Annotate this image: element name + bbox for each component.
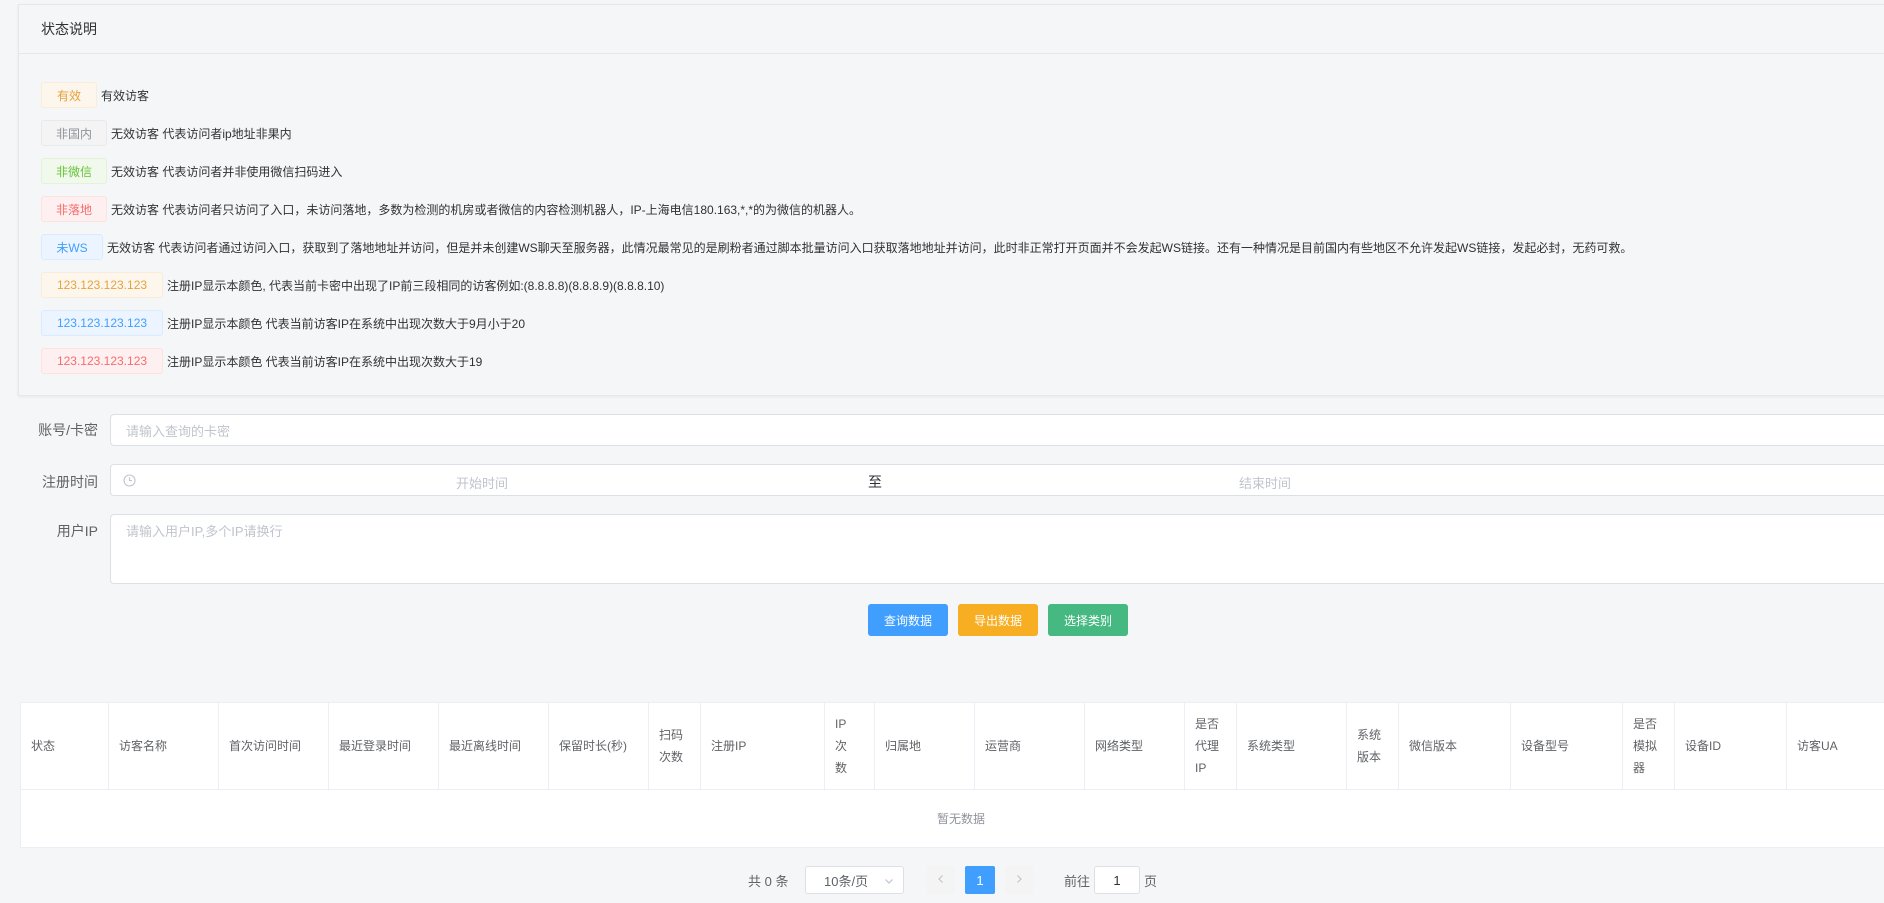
page-number-1[interactable]: 1 [965,866,995,894]
ip-tag-blue: 123.123.123.123 [41,310,163,336]
ip-placeholder: 请输入用户IP,多个IP请换行 [126,524,283,539]
legend-desc: 无效访客 代表访问者ip地址非果内 [111,126,292,141]
time-label: 注册时间 [42,474,98,490]
visitor-table: 状态 访客名称 首次访问时间 最近登录时间 最近离线时间 保留时长(秒) 扫码次… [20,702,1884,848]
legend-desc: 注册IP显示本颜色 代表当前访客IP在系统中出现次数大于9月小于20 [167,316,526,331]
legend-row: 非国内 无效访客 代表访问者ip地址非果内 [41,119,292,147]
pagination-total: 共 0 条 [748,873,789,889]
account-label: 账号/卡密 [38,422,98,438]
col-os-type: 系统类型 [1237,703,1347,789]
ip-label: 用户IP [56,523,98,539]
ip-tag-red: 123.123.123.123 [41,348,163,374]
page-size-value: 10条/页 [824,873,869,889]
legend-desc: 注册IP显示本颜色, 代表当前卡密中出现了IP前三段相同的访客例如:(8.8.8… [167,278,665,293]
chevron-right-icon [1013,873,1025,888]
legend-row: 非微信 无效访客 代表访问者并非使用微信扫码进入 [41,157,342,185]
account-placeholder: 请输入查询的卡密 [126,423,231,439]
prev-page-button[interactable] [927,866,955,894]
col-is-emulator: 是否模拟器 [1623,703,1675,789]
col-device-id: 设备ID [1675,703,1787,789]
page-unit-label: 页 [1144,873,1158,889]
goto-page-input[interactable]: 1 [1094,866,1140,894]
col-register-ip: 注册IP [701,703,825,789]
legend-desc: 无效访客 代表访问者只访问了入口，未访问落地，多数为检测的机房或者微信的内容检测… [111,202,862,217]
end-time-input[interactable]: 结束时间 [1239,473,1291,492]
col-first-visit: 首次访问时间 [219,703,329,789]
query-button[interactable]: 查询数据 [868,604,948,636]
ip-tag-orange: 123.123.123.123 [41,272,163,298]
status-tag-non-domestic: 非国内 [41,120,107,146]
legend-row: 有效 有效访客 [41,81,149,109]
start-time-input[interactable]: 开始时间 [456,473,508,492]
col-network-type: 网络类型 [1085,703,1185,789]
legend-desc: 无效访客 代表访问者并非使用微信扫码进入 [111,164,343,179]
col-isp: 运营商 [975,703,1085,789]
legend-desc: 无效访客 代表访问者通过访问入口，获取到了落地地址并访问，但是并未创建WS聊天至… [107,240,1633,255]
col-os-version: 系统版本 [1347,703,1399,789]
legend-row: 非落地 无效访客 代表访问者只访问了入口，未访问落地，多数为检测的机房或者微信的… [41,195,861,223]
date-range-picker[interactable]: 开始时间 至 结束时间 [110,464,1884,496]
status-tag-non-landing: 非落地 [41,196,107,222]
status-tag-valid: 有效 [41,82,97,108]
goto-label: 前往 [1064,873,1091,889]
next-page-button[interactable] [1005,866,1033,894]
legend-row: 未WS 无效访客 代表访问者通过访问入口，获取到了落地地址并访问，但是并未创建W… [41,233,1632,261]
page-size-select[interactable]: 10条/页 [805,866,904,894]
legend-row: 123.123.123.123 注册IP显示本颜色 代表当前访客IP在系统中出现… [41,347,482,375]
col-last-offline: 最近离线时间 [439,703,549,789]
range-separator: 至 [868,474,882,490]
ip-textarea[interactable]: 请输入用户IP,多个IP请换行 [110,514,1884,584]
account-input[interactable]: 请输入查询的卡密 [110,414,1884,446]
col-wechat-version: 微信版本 [1399,703,1511,789]
clock-icon [123,474,136,490]
empty-text: 暂无数据 [936,811,985,826]
legend-desc: 注册IP显示本颜色 代表当前访客IP在系统中出现次数大于19 [167,354,483,369]
legend-row: 123.123.123.123 注册IP显示本颜色 代表当前访客IP在系统中出现… [41,309,525,337]
col-last-login: 最近登录时间 [329,703,439,789]
col-device-model: 设备型号 [1511,703,1623,789]
table-header: 状态 访客名称 首次访问时间 最近登录时间 最近离线时间 保留时长(秒) 扫码次… [21,703,1884,790]
status-card-title: 状态说明 [19,5,1884,54]
col-visitor-name: 访客名称 [109,703,219,789]
col-status: 状态 [21,703,109,789]
export-button[interactable]: 导出数据 [958,604,1038,636]
col-scan-count: 扫码次数 [649,703,701,789]
col-is-proxy: 是否代理IP [1185,703,1237,789]
status-tag-no-ws: 未WS [41,234,103,260]
legend-row: 123.123.123.123 注册IP显示本颜色, 代表当前卡密中出现了IP前… [41,271,664,299]
col-ip-count: IP次数 [825,703,875,789]
col-duration: 保留时长(秒) [549,703,649,789]
chevron-down-icon [883,875,895,890]
select-category-button[interactable]: 选择类别 [1048,604,1128,636]
legend-desc: 有效访客 [101,88,150,103]
status-tag-non-wechat: 非微信 [41,158,107,184]
status-card: 状态说明 有效 有效访客 非国内 无效访客 代表访问者ip地址非果内 非微信 无… [18,4,1884,396]
col-visitor-ua: 访客UA [1797,739,1838,753]
chevron-left-icon [935,873,947,888]
col-location: 归属地 [875,703,975,789]
